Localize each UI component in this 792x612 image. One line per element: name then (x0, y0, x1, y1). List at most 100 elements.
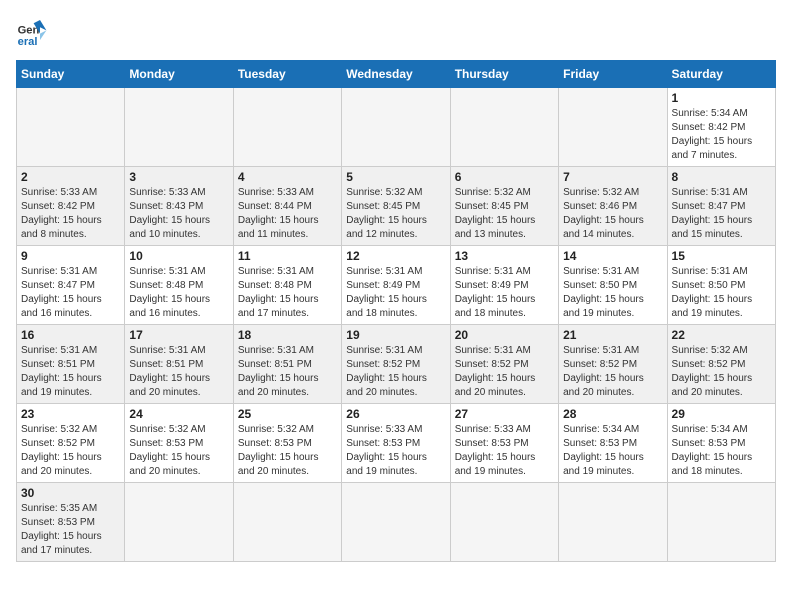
day-cell: 9Sunrise: 5:31 AM Sunset: 8:47 PM Daylig… (17, 246, 125, 325)
svg-text:eral: eral (18, 36, 38, 48)
day-cell: 18 Sunrise: 5:31 AM Sunset: 8:51 PM Dayli… (233, 325, 341, 404)
col-header-sunday: Sunday (17, 61, 125, 88)
day-number: 3 (129, 170, 228, 184)
day-cell (125, 88, 233, 167)
day-detail: Sunrise: 5:31 AM Sunset: 8:52 PM Dayligh… (346, 344, 445, 400)
day-cell: 4 Sunrise: 5:33 AM Sunset: 8:44 PM Daylig… (233, 167, 341, 246)
day-cell (667, 483, 775, 562)
day-number: 17 (129, 328, 228, 342)
day-number: 5 (346, 170, 445, 184)
day-number: 30 (21, 486, 120, 500)
day-cell: 22Sunrise: 5:32 AM Sunset: 8:52 PM Dayli… (667, 325, 775, 404)
day-detail: Sunrise: 5:33 AM Sunset: 8:53 PM Dayligh… (346, 423, 445, 479)
day-detail: Sunrise: 5:31 AM Sunset: 8:48 PM Dayligh… (129, 265, 228, 321)
day-number: 2 (21, 170, 120, 184)
day-detail: Sunrise: 5:31 AM Sunset: 8:49 PM Dayligh… (346, 265, 445, 321)
day-number: 13 (455, 249, 554, 263)
day-detail: Sunrise: 5:31 AM Sunset: 8:52 PM Dayligh… (455, 344, 554, 400)
day-cell: 27 Sunrise: 5:33 AM Sunset: 8:53 PM Dayli… (450, 404, 558, 483)
col-header-wednesday: Wednesday (342, 61, 450, 88)
day-number: 10 (129, 249, 228, 263)
header: Gen eral (16, 16, 776, 48)
day-detail: Sunrise: 5:31 AM Sunset: 8:51 PM Dayligh… (238, 344, 337, 400)
day-number: 21 (563, 328, 662, 342)
day-detail: Sunrise: 5:33 AM Sunset: 8:42 PM Dayligh… (21, 186, 120, 242)
day-detail: Sunrise: 5:31 AM Sunset: 8:48 PM Dayligh… (238, 265, 337, 321)
day-detail: Sunrise: 5:33 AM Sunset: 8:44 PM Dayligh… (238, 186, 337, 242)
day-cell: 11Sunrise: 5:31 AM Sunset: 8:48 PM Dayli… (233, 246, 341, 325)
day-cell (342, 483, 450, 562)
day-cell: 10 Sunrise: 5:31 AM Sunset: 8:48 PM Dayli… (125, 246, 233, 325)
week-row-1: 1Sunrise: 5:34 AM Sunset: 8:42 PM Daylig… (17, 88, 776, 167)
day-cell (559, 483, 667, 562)
day-detail: Sunrise: 5:31 AM Sunset: 8:49 PM Dayligh… (455, 265, 554, 321)
day-detail: Sunrise: 5:32 AM Sunset: 8:53 PM Dayligh… (238, 423, 337, 479)
day-number: 29 (672, 407, 771, 421)
col-header-monday: Monday (125, 61, 233, 88)
day-cell: 3Sunrise: 5:33 AM Sunset: 8:43 PM Daylig… (125, 167, 233, 246)
day-cell (125, 483, 233, 562)
day-number: 15 (672, 249, 771, 263)
day-detail: Sunrise: 5:31 AM Sunset: 8:50 PM Dayligh… (672, 265, 771, 321)
day-detail: Sunrise: 5:33 AM Sunset: 8:53 PM Dayligh… (455, 423, 554, 479)
day-number: 8 (672, 170, 771, 184)
week-row-3: 9Sunrise: 5:31 AM Sunset: 8:47 PM Daylig… (17, 246, 776, 325)
day-cell: 5 Sunrise: 5:32 AM Sunset: 8:45 PM Daylig… (342, 167, 450, 246)
col-header-thursday: Thursday (450, 61, 558, 88)
day-number: 27 (455, 407, 554, 421)
day-cell: 29 Sunrise: 5:34 AM Sunset: 8:53 PM Dayli… (667, 404, 775, 483)
day-detail: Sunrise: 5:32 AM Sunset: 8:46 PM Dayligh… (563, 186, 662, 242)
day-cell (450, 88, 558, 167)
day-cell: 25 Sunrise: 5:32 AM Sunset: 8:53 PM Dayli… (233, 404, 341, 483)
day-cell (342, 88, 450, 167)
day-detail: Sunrise: 5:31 AM Sunset: 8:50 PM Dayligh… (563, 265, 662, 321)
week-row-5: 23Sunrise: 5:32 AM Sunset: 8:52 PM Dayli… (17, 404, 776, 483)
day-cell: 26Sunrise: 5:33 AM Sunset: 8:53 PM Dayli… (342, 404, 450, 483)
day-detail: Sunrise: 5:35 AM Sunset: 8:53 PM Dayligh… (21, 502, 120, 558)
header-row: SundayMondayTuesdayWednesdayThursdayFrid… (17, 61, 776, 88)
day-cell: 30 Sunrise: 5:35 AM Sunset: 8:53 PM Dayli… (17, 483, 125, 562)
week-row-2: 2 Sunrise: 5:33 AM Sunset: 8:42 PM Daylig… (17, 167, 776, 246)
day-cell (17, 88, 125, 167)
day-cell (559, 88, 667, 167)
col-header-tuesday: Tuesday (233, 61, 341, 88)
day-cell: 7 Sunrise: 5:32 AM Sunset: 8:46 PM Daylig… (559, 167, 667, 246)
day-number: 7 (563, 170, 662, 184)
day-detail: Sunrise: 5:31 AM Sunset: 8:47 PM Dayligh… (672, 186, 771, 242)
logo-icon: Gen eral (16, 16, 48, 48)
day-number: 4 (238, 170, 337, 184)
day-cell: 21Sunrise: 5:31 AM Sunset: 8:52 PM Dayli… (559, 325, 667, 404)
day-cell: 16Sunrise: 5:31 AM Sunset: 8:51 PM Dayli… (17, 325, 125, 404)
day-detail: Sunrise: 5:34 AM Sunset: 8:53 PM Dayligh… (672, 423, 771, 479)
day-cell: 12Sunrise: 5:31 AM Sunset: 8:49 PM Dayli… (342, 246, 450, 325)
day-number: 24 (129, 407, 228, 421)
day-number: 18 (238, 328, 337, 342)
day-cell: 28Sunrise: 5:34 AM Sunset: 8:53 PM Dayli… (559, 404, 667, 483)
day-cell: 23Sunrise: 5:32 AM Sunset: 8:52 PM Dayli… (17, 404, 125, 483)
day-detail: Sunrise: 5:32 AM Sunset: 8:52 PM Dayligh… (21, 423, 120, 479)
day-cell: 19 Sunrise: 5:31 AM Sunset: 8:52 PM Dayli… (342, 325, 450, 404)
day-cell: 13 Sunrise: 5:31 AM Sunset: 8:49 PM Dayli… (450, 246, 558, 325)
day-detail: Sunrise: 5:32 AM Sunset: 8:53 PM Dayligh… (129, 423, 228, 479)
day-detail: Sunrise: 5:31 AM Sunset: 8:51 PM Dayligh… (129, 344, 228, 400)
day-cell: 1Sunrise: 5:34 AM Sunset: 8:42 PM Daylig… (667, 88, 775, 167)
day-cell (450, 483, 558, 562)
day-detail: Sunrise: 5:32 AM Sunset: 8:45 PM Dayligh… (455, 186, 554, 242)
day-number: 25 (238, 407, 337, 421)
logo: Gen eral (16, 16, 52, 48)
day-detail: Sunrise: 5:32 AM Sunset: 8:45 PM Dayligh… (346, 186, 445, 242)
day-cell: 20 Sunrise: 5:31 AM Sunset: 8:52 PM Dayli… (450, 325, 558, 404)
col-header-friday: Friday (559, 61, 667, 88)
day-number: 1 (672, 91, 771, 105)
day-number: 14 (563, 249, 662, 263)
day-number: 9 (21, 249, 120, 263)
day-cell: 2 Sunrise: 5:33 AM Sunset: 8:42 PM Daylig… (17, 167, 125, 246)
day-number: 20 (455, 328, 554, 342)
day-number: 16 (21, 328, 120, 342)
day-number: 19 (346, 328, 445, 342)
day-cell: 6Sunrise: 5:32 AM Sunset: 8:45 PM Daylig… (450, 167, 558, 246)
col-header-saturday: Saturday (667, 61, 775, 88)
calendar: SundayMondayTuesdayWednesdayThursdayFrid… (16, 60, 776, 562)
day-cell: 15 Sunrise: 5:31 AM Sunset: 8:50 PM Dayli… (667, 246, 775, 325)
day-number: 22 (672, 328, 771, 342)
